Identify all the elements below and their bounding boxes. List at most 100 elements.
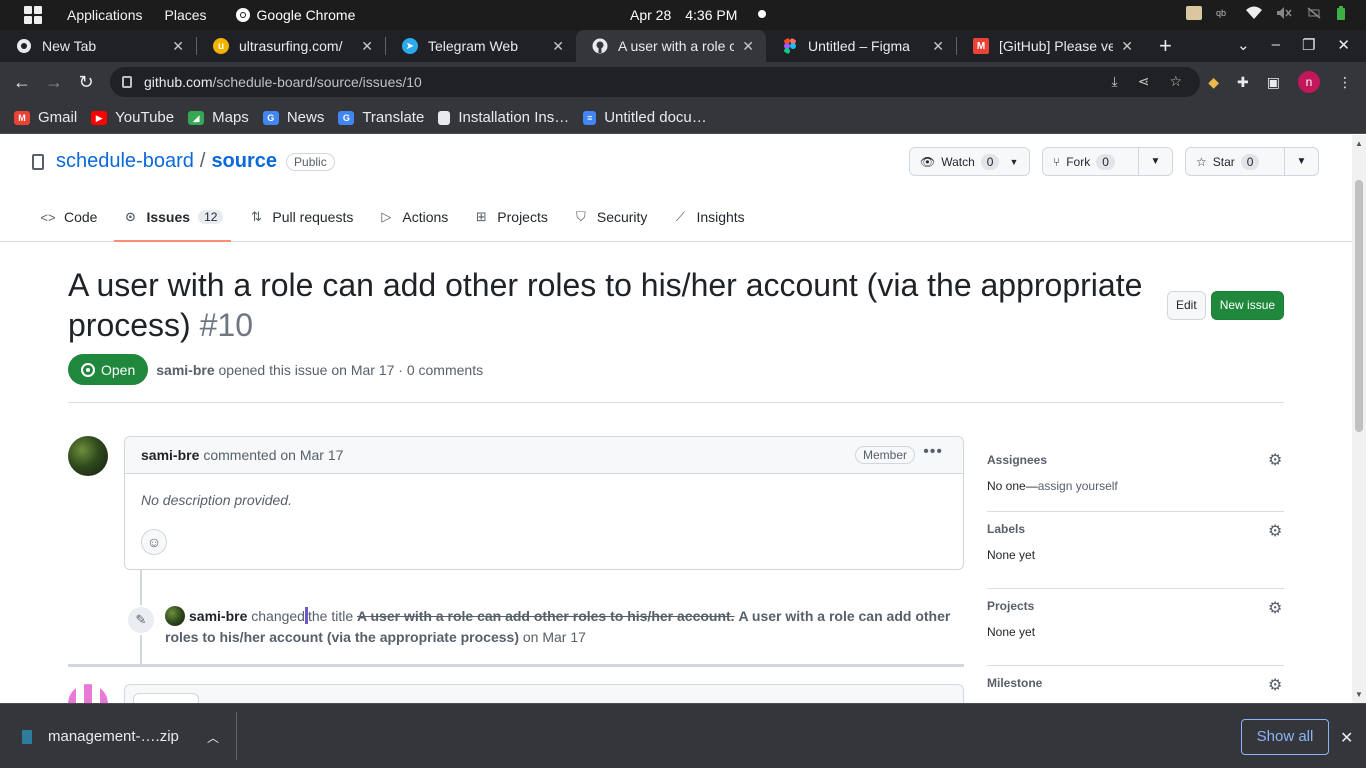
bookmark-untitled-doc[interactable]: ≡ Untitled docu…: [583, 109, 707, 126]
scroll-up-icon[interactable]: ▲: [1355, 139, 1363, 148]
reload-icon[interactable]: ↻: [70, 72, 102, 93]
bookmark-news[interactable]: G News: [262, 109, 324, 126]
rename-event: sami-bre changed the title A user with a …: [165, 606, 960, 648]
star-button[interactable]: ☆ Star 0: [1186, 148, 1284, 175]
tab-projects[interactable]: ⊞ Projects: [465, 193, 556, 241]
tab-github-issue[interactable]: A user with a role c ✕: [576, 30, 766, 62]
profile-avatar[interactable]: n: [1298, 71, 1320, 93]
url-text[interactable]: github.com/schedule-board/source/issues/…: [144, 74, 422, 90]
forward-icon[interactable]: →: [38, 72, 70, 93]
write-tab[interactable]: [133, 693, 199, 703]
avatar[interactable]: [68, 436, 108, 476]
applications-menu[interactable]: Applications: [67, 7, 143, 23]
event-date[interactable]: on Mar 17: [523, 629, 586, 645]
side-panel-icon[interactable]: ▣: [1267, 74, 1280, 91]
event-author-link[interactable]: sami-bre: [189, 608, 247, 624]
volume-muted-icon[interactable]: [1276, 6, 1292, 20]
tab-ultrasurfing[interactable]: u ultrasurfing.com/ ✕: [197, 30, 385, 62]
maximize-icon[interactable]: ❐: [1302, 36, 1315, 54]
network-off-icon[interactable]: [1306, 6, 1322, 20]
lock-icon[interactable]: [122, 76, 132, 88]
edit-button[interactable]: Edit: [1167, 291, 1206, 320]
scrollbar[interactable]: ▲ ▼: [1352, 135, 1366, 703]
bookmarks-bar: M Gmail ▶ YouTube ◢ Maps G News G Translate I…: [0, 102, 1366, 134]
smiley-icon[interactable]: ☺: [141, 529, 167, 555]
show-all-button[interactable]: Show all: [1241, 719, 1329, 755]
close-icon[interactable]: ✕: [552, 38, 564, 55]
avatar[interactable]: [68, 684, 108, 703]
watch-button[interactable]: 👁 Watch 0 ▼: [909, 147, 1030, 176]
back-icon[interactable]: ←: [6, 72, 38, 93]
gmail-icon: M: [973, 38, 989, 54]
timeline-divider: [68, 664, 964, 667]
close-icon[interactable]: ✕: [1340, 728, 1353, 748]
bookmark-label: Untitled docu…: [604, 109, 707, 126]
fork-dropdown-caret-icon[interactable]: ▼: [1138, 148, 1172, 175]
fork-button[interactable]: ⑂ Fork 0: [1043, 148, 1138, 175]
system-tray[interactable]: qb: [1186, 6, 1346, 20]
caret-down-icon[interactable]: ▼: [1009, 157, 1018, 167]
issue-author-link[interactable]: sami-bre: [156, 362, 214, 378]
chrome-menu-icon[interactable]: ⋮: [1338, 74, 1352, 91]
wifi-icon[interactable]: [1246, 6, 1262, 20]
watch-main[interactable]: 👁 Watch 0 ▼: [910, 148, 1028, 175]
comment-action[interactable]: commented on Mar 17: [203, 447, 343, 463]
gmail-icon: M: [14, 110, 30, 125]
comment-author-link[interactable]: sami-bre: [141, 447, 199, 463]
tab-telegram[interactable]: ➤ Telegram Web ✕: [386, 30, 576, 62]
share-icon[interactable]: ⋖: [1138, 73, 1150, 90]
scrollbar-thumb[interactable]: [1355, 180, 1363, 432]
new-issue-button[interactable]: New issue: [1210, 291, 1285, 320]
close-window-icon[interactable]: ✕: [1337, 36, 1350, 54]
assign-yourself-link[interactable]: assign yourself: [1038, 479, 1118, 493]
extension-icon[interactable]: ◆: [1208, 74, 1219, 91]
app-grid-icon[interactable]: [24, 6, 42, 24]
kebab-menu-icon[interactable]: •••: [923, 443, 943, 461]
clock[interactable]: Apr 28 4:36 PM: [630, 7, 737, 23]
gear-icon[interactable]: ⚙: [1268, 524, 1284, 540]
tray-app-icon[interactable]: [1186, 6, 1202, 20]
chrome-icon: [235, 8, 250, 22]
minimize-icon[interactable]: –: [1272, 36, 1280, 54]
gear-icon[interactable]: ⚙: [1268, 453, 1284, 469]
chrome-app-menu[interactable]: Google Chrome: [235, 7, 355, 23]
address-bar[interactable]: github.com/schedule-board/source/issues/…: [110, 67, 1200, 97]
bookmark-installation[interactable]: Installation Ins…: [438, 109, 569, 126]
tab-search-chevron-icon[interactable]: ⌄: [1237, 36, 1250, 54]
bookmark-translate[interactable]: G Translate: [338, 109, 424, 126]
close-icon[interactable]: ✕: [742, 38, 754, 55]
places-menu[interactable]: Places: [165, 7, 207, 23]
avatar[interactable]: [165, 606, 185, 626]
star-dropdown-caret-icon[interactable]: ▼: [1284, 148, 1318, 175]
bookmark-gmail[interactable]: M Gmail: [14, 109, 77, 126]
scroll-down-icon[interactable]: ▼: [1355, 690, 1363, 699]
tab-security[interactable]: ⛉ Security: [565, 193, 656, 241]
gear-icon[interactable]: ⚙: [1268, 601, 1284, 617]
repo-owner-link[interactable]: schedule-board: [56, 150, 194, 173]
tab-issues[interactable]: ⊙ Issues 12: [114, 193, 232, 242]
close-icon[interactable]: ✕: [1121, 38, 1133, 55]
tab-pull-requests[interactable]: ⇅ Pull requests: [240, 193, 361, 241]
puzzle-extensions-icon[interactable]: ✚: [1237, 74, 1249, 91]
tab-new-tab[interactable]: New Tab ✕: [0, 30, 196, 62]
gear-icon[interactable]: ⚙: [1268, 678, 1284, 694]
close-icon[interactable]: ✕: [172, 38, 184, 55]
battery-icon[interactable]: [1336, 6, 1346, 20]
new-tab-icon[interactable]: +: [1159, 33, 1172, 59]
bookmark-star-icon[interactable]: ☆: [1169, 73, 1182, 90]
tab-gmail[interactable]: M [GitHub] Please ve ✕: [957, 30, 1145, 62]
install-app-icon[interactable]: ⤓: [1112, 73, 1118, 90]
repo-name-link[interactable]: source: [211, 150, 277, 173]
download-item[interactable]: management-….zip: [22, 728, 179, 745]
chevron-up-icon[interactable]: ︿: [207, 729, 219, 746]
tab-actions[interactable]: ▷ Actions: [370, 193, 456, 241]
keyboard-layout-icon[interactable]: qb: [1216, 6, 1232, 20]
close-icon[interactable]: ✕: [932, 38, 944, 55]
tab-code[interactable]: <> Code: [32, 193, 105, 241]
window-controls: ⌄ – ❐ ✕: [1237, 36, 1350, 54]
tab-insights[interactable]: ⟋ Insights: [664, 193, 752, 241]
close-icon[interactable]: ✕: [361, 38, 373, 55]
bookmark-youtube[interactable]: ▶ YouTube: [91, 109, 174, 126]
bookmark-maps[interactable]: ◢ Maps: [188, 109, 249, 126]
tab-figma[interactable]: Untitled – Figma ✕: [766, 30, 956, 62]
